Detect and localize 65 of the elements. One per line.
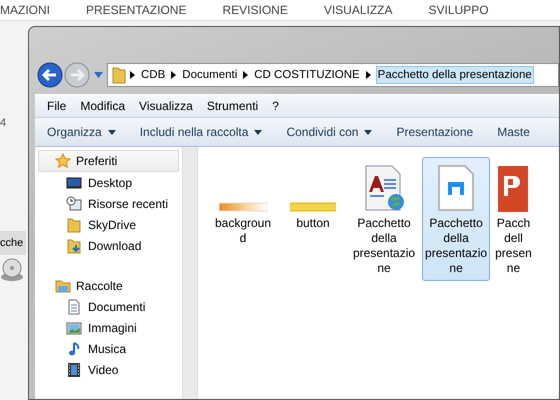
ribbon-tab[interactable]: SVILUPPO: [428, 3, 489, 17]
address-bar[interactable]: CDB Documenti CD COSTITUZIONE Pacchetto della presentazione: [107, 63, 559, 87]
download-folder-icon: [66, 238, 82, 254]
menu-item[interactable]: Strumenti: [206, 99, 258, 113]
toolbar-button[interactable]: Presentazione: [396, 125, 474, 139]
file-name: Pacchetto della presentazio ne: [425, 216, 488, 276]
sidebar-item[interactable]: Musica: [35, 338, 182, 359]
breadcrumb-item[interactable]: Documenti: [181, 67, 238, 83]
folder-icon: [112, 66, 126, 84]
sidebar-item[interactable]: SkyDrive: [35, 214, 182, 235]
ribbon-tab[interactable]: MAZIONI: [0, 3, 50, 17]
library-folder-icon: [55, 278, 71, 294]
toolbar-button[interactable]: Organizza: [47, 125, 116, 139]
presentation-file-icon: [498, 164, 528, 212]
toolbar-button[interactable]: Includi nella raccolta: [140, 125, 262, 139]
document-icon: [66, 298, 82, 314]
folder-icon: [66, 216, 82, 232]
slide-tab[interactable]: cche: [0, 231, 26, 255]
breadcrumb-item[interactable]: CD COSTITUZIONE: [253, 67, 361, 83]
breadcrumb-item[interactable]: CDB: [140, 67, 166, 83]
chevron-icon[interactable]: [366, 71, 371, 79]
file-name: Pacchetto della presentazio ne: [353, 216, 416, 276]
sidebar-group[interactable]: Raccolte: [35, 276, 182, 296]
ribbon-tab[interactable]: REVISIONE: [222, 3, 288, 17]
chevron-icon[interactable]: [243, 71, 248, 79]
file-icon: [437, 164, 476, 212]
toolbar-button[interactable]: Condividi con: [286, 125, 372, 139]
dropdown-caret-icon[interactable]: [94, 72, 103, 78]
sidebar-item[interactable]: Download: [35, 235, 182, 256]
breadcrumb-item[interactable]: Pacchetto della presentazione: [376, 66, 534, 84]
image-thumbnail: [219, 202, 267, 212]
monitor-icon: [66, 174, 82, 190]
sidebar-group[interactable]: Preferiti: [38, 150, 179, 172]
file-name: button: [296, 216, 330, 231]
chevron-icon[interactable]: [171, 71, 176, 79]
ruler-number: 4: [0, 117, 6, 129]
image-thumbnail: [290, 202, 336, 212]
picture-icon: [66, 320, 82, 336]
explorer-item[interactable]: button: [280, 157, 346, 236]
film-icon: [66, 362, 82, 378]
explorer-item[interactable]: Pacch dell presen ne: [494, 157, 533, 281]
explorer-item[interactable]: backgroun d: [210, 157, 276, 251]
ribbon-tab[interactable]: PRESENTAZIONE: [86, 3, 186, 17]
cd-drive-icon: [0, 257, 26, 283]
back-button[interactable]: [37, 62, 63, 88]
ribbon-tab[interactable]: VISUALIZZA: [324, 3, 393, 17]
sidebar-item[interactable]: Risorse recenti: [35, 193, 182, 214]
menu-item[interactable]: ?: [272, 99, 279, 113]
menu-item[interactable]: File: [47, 99, 66, 113]
menu-item[interactable]: Modifica: [80, 99, 126, 113]
music-note-icon: [66, 340, 82, 356]
chevron-icon[interactable]: [130, 71, 135, 79]
explorer-item[interactable]: Pacchetto della presentazio ne: [422, 157, 490, 281]
toolbar-button[interactable]: Maste: [497, 125, 530, 139]
sidebar-item[interactable]: Immagini: [35, 317, 182, 338]
sidebar-item[interactable]: Documenti: [35, 296, 182, 317]
recent-items-icon: [66, 196, 82, 212]
file-name: backgroun d: [214, 216, 272, 246]
sidebar-item[interactable]: Desktop: [35, 172, 182, 193]
menu-item[interactable]: Visualizza: [139, 99, 193, 113]
sidebar-item[interactable]: Video: [35, 359, 182, 380]
file-name: Pacch dell presen ne: [495, 216, 532, 276]
scrollbar[interactable]: [182, 147, 197, 399]
star-icon: [55, 153, 71, 169]
explorer-item[interactable]: Pacchetto della presentazio ne: [350, 157, 418, 281]
